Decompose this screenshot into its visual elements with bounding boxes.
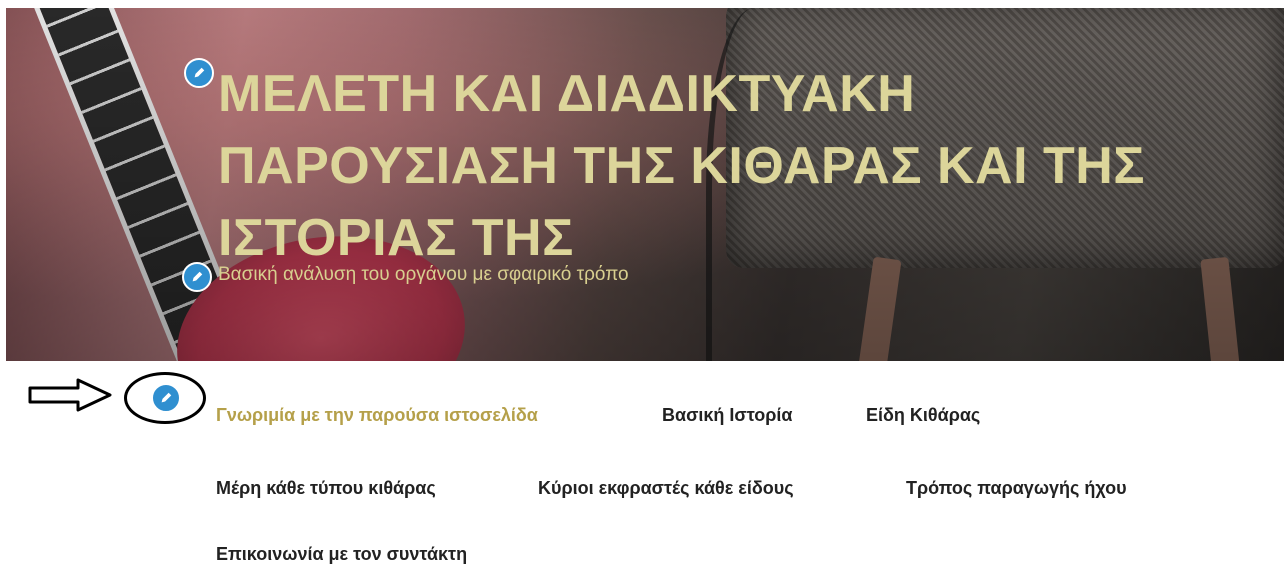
nav-item-main-exponents[interactable]: Κύριοι εκφραστές κάθε είδους — [538, 478, 794, 499]
tagline-edit-pencil-icon[interactable] — [182, 262, 212, 292]
nav-item-sound-production[interactable]: Τρόπος παραγωγής ήχου — [906, 478, 1127, 499]
site-tagline: Βασική ανάλυση του οργάνου με σφαιρικό τ… — [218, 264, 629, 285]
nav-item-guitar-types[interactable]: Είδη Κιθάρας — [866, 405, 980, 426]
nav-item-intro[interactable]: Γνωριμία με την παρούσα ιστοσελίδα — [216, 405, 538, 426]
nav-item-basic-history[interactable]: Βασική Ιστορία — [662, 405, 792, 426]
nav-item-contact[interactable]: Επικοινωνία με τον συντάκτη — [216, 544, 467, 565]
title-edit-pencil-icon[interactable] — [184, 58, 214, 88]
right-arrow-icon — [28, 378, 112, 412]
menu-edit-pencil-icon[interactable] — [151, 383, 181, 413]
nav-item-guitar-parts[interactable]: Μέρη κάθε τύπου κιθάρας — [216, 478, 436, 499]
site-title: ΜΕΛΕΤΗ ΚΑΙ ΔΙΑΔΙΚΤΥΑΚΗ ΠΑΡΟΥΣΙΑΣΗ ΤΗΣ ΚΙ… — [218, 65, 1146, 267]
